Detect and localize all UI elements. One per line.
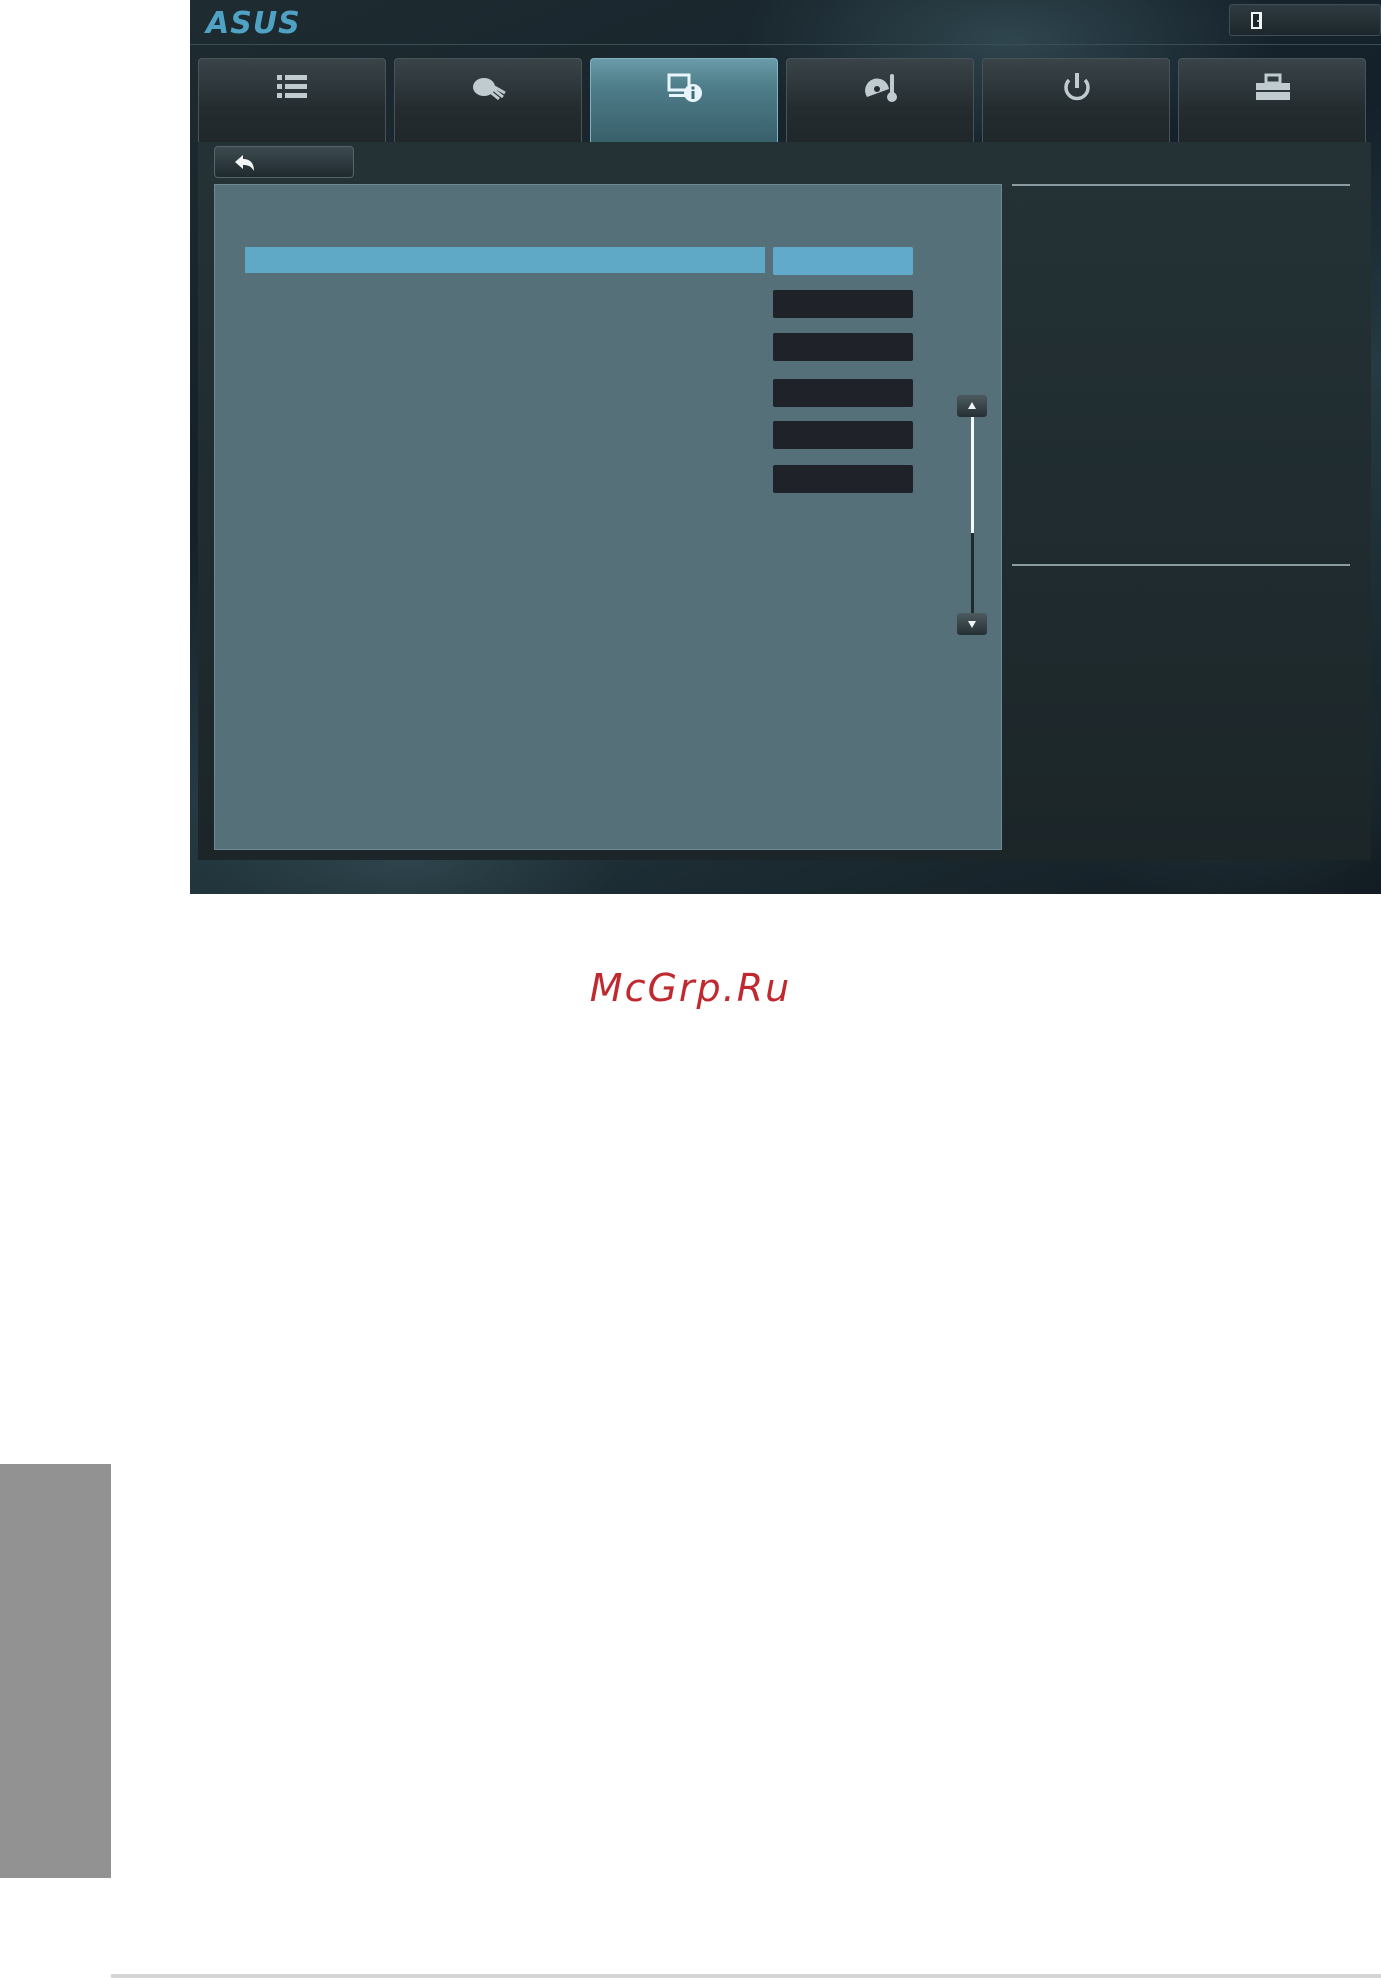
setting-row[interactable] bbox=[245, 333, 765, 361]
back-arrow-icon bbox=[235, 155, 254, 171]
tool-icon bbox=[1256, 73, 1290, 100]
setting-value[interactable] bbox=[773, 421, 913, 449]
triangle-up-icon bbox=[968, 402, 976, 409]
tab-ai-tweaker[interactable] bbox=[394, 58, 582, 142]
tab-bar bbox=[198, 58, 1381, 142]
main-list-icon bbox=[277, 75, 307, 98]
scrollbar[interactable] bbox=[957, 395, 987, 635]
advanced-info-icon bbox=[667, 73, 702, 102]
setting-row[interactable] bbox=[245, 465, 765, 493]
tab-boot[interactable] bbox=[982, 58, 1170, 142]
setting-row[interactable] bbox=[245, 290, 765, 318]
setting-row[interactable] bbox=[245, 421, 765, 449]
asus-logo: ASUS bbox=[204, 6, 301, 40]
side-tab bbox=[0, 1464, 111, 1878]
setting-value[interactable] bbox=[773, 465, 913, 493]
tab-main[interactable] bbox=[198, 58, 386, 142]
top-bar: ASUS bbox=[190, 0, 1381, 45]
tab-tool[interactable] bbox=[1178, 58, 1366, 142]
selection-highlight bbox=[245, 247, 765, 273]
content-area bbox=[198, 142, 1371, 860]
bios-screen: ASUS bbox=[190, 0, 1381, 894]
help-divider bbox=[1012, 184, 1350, 186]
exit-button[interactable] bbox=[1229, 4, 1381, 36]
watermark: McGrp.Ru bbox=[589, 966, 792, 1010]
power-icon bbox=[1064, 73, 1090, 101]
scroll-up-button[interactable] bbox=[957, 395, 987, 417]
tab-advanced[interactable] bbox=[590, 58, 778, 142]
tab-monitor[interactable] bbox=[786, 58, 974, 142]
svg-text:ASUS: ASUS bbox=[204, 6, 301, 40]
scroll-thumb[interactable] bbox=[971, 417, 974, 533]
setting-value[interactable] bbox=[773, 290, 913, 318]
setting-value[interactable] bbox=[773, 333, 913, 361]
ai-tweaker-icon bbox=[473, 78, 506, 101]
scroll-down-button[interactable] bbox=[957, 613, 987, 635]
setting-value[interactable] bbox=[773, 247, 913, 275]
setting-row[interactable] bbox=[245, 379, 765, 407]
setting-row[interactable] bbox=[245, 247, 765, 275]
help-divider bbox=[1012, 564, 1350, 566]
door-exit-icon bbox=[1251, 12, 1262, 29]
help-panel bbox=[1004, 184, 1364, 850]
monitor-thermometer-icon bbox=[865, 74, 897, 102]
settings-panel bbox=[214, 184, 1002, 850]
triangle-down-icon bbox=[968, 621, 976, 628]
bottom-rule bbox=[111, 1974, 1381, 1978]
setting-value[interactable] bbox=[773, 379, 913, 407]
back-button[interactable] bbox=[214, 146, 354, 178]
